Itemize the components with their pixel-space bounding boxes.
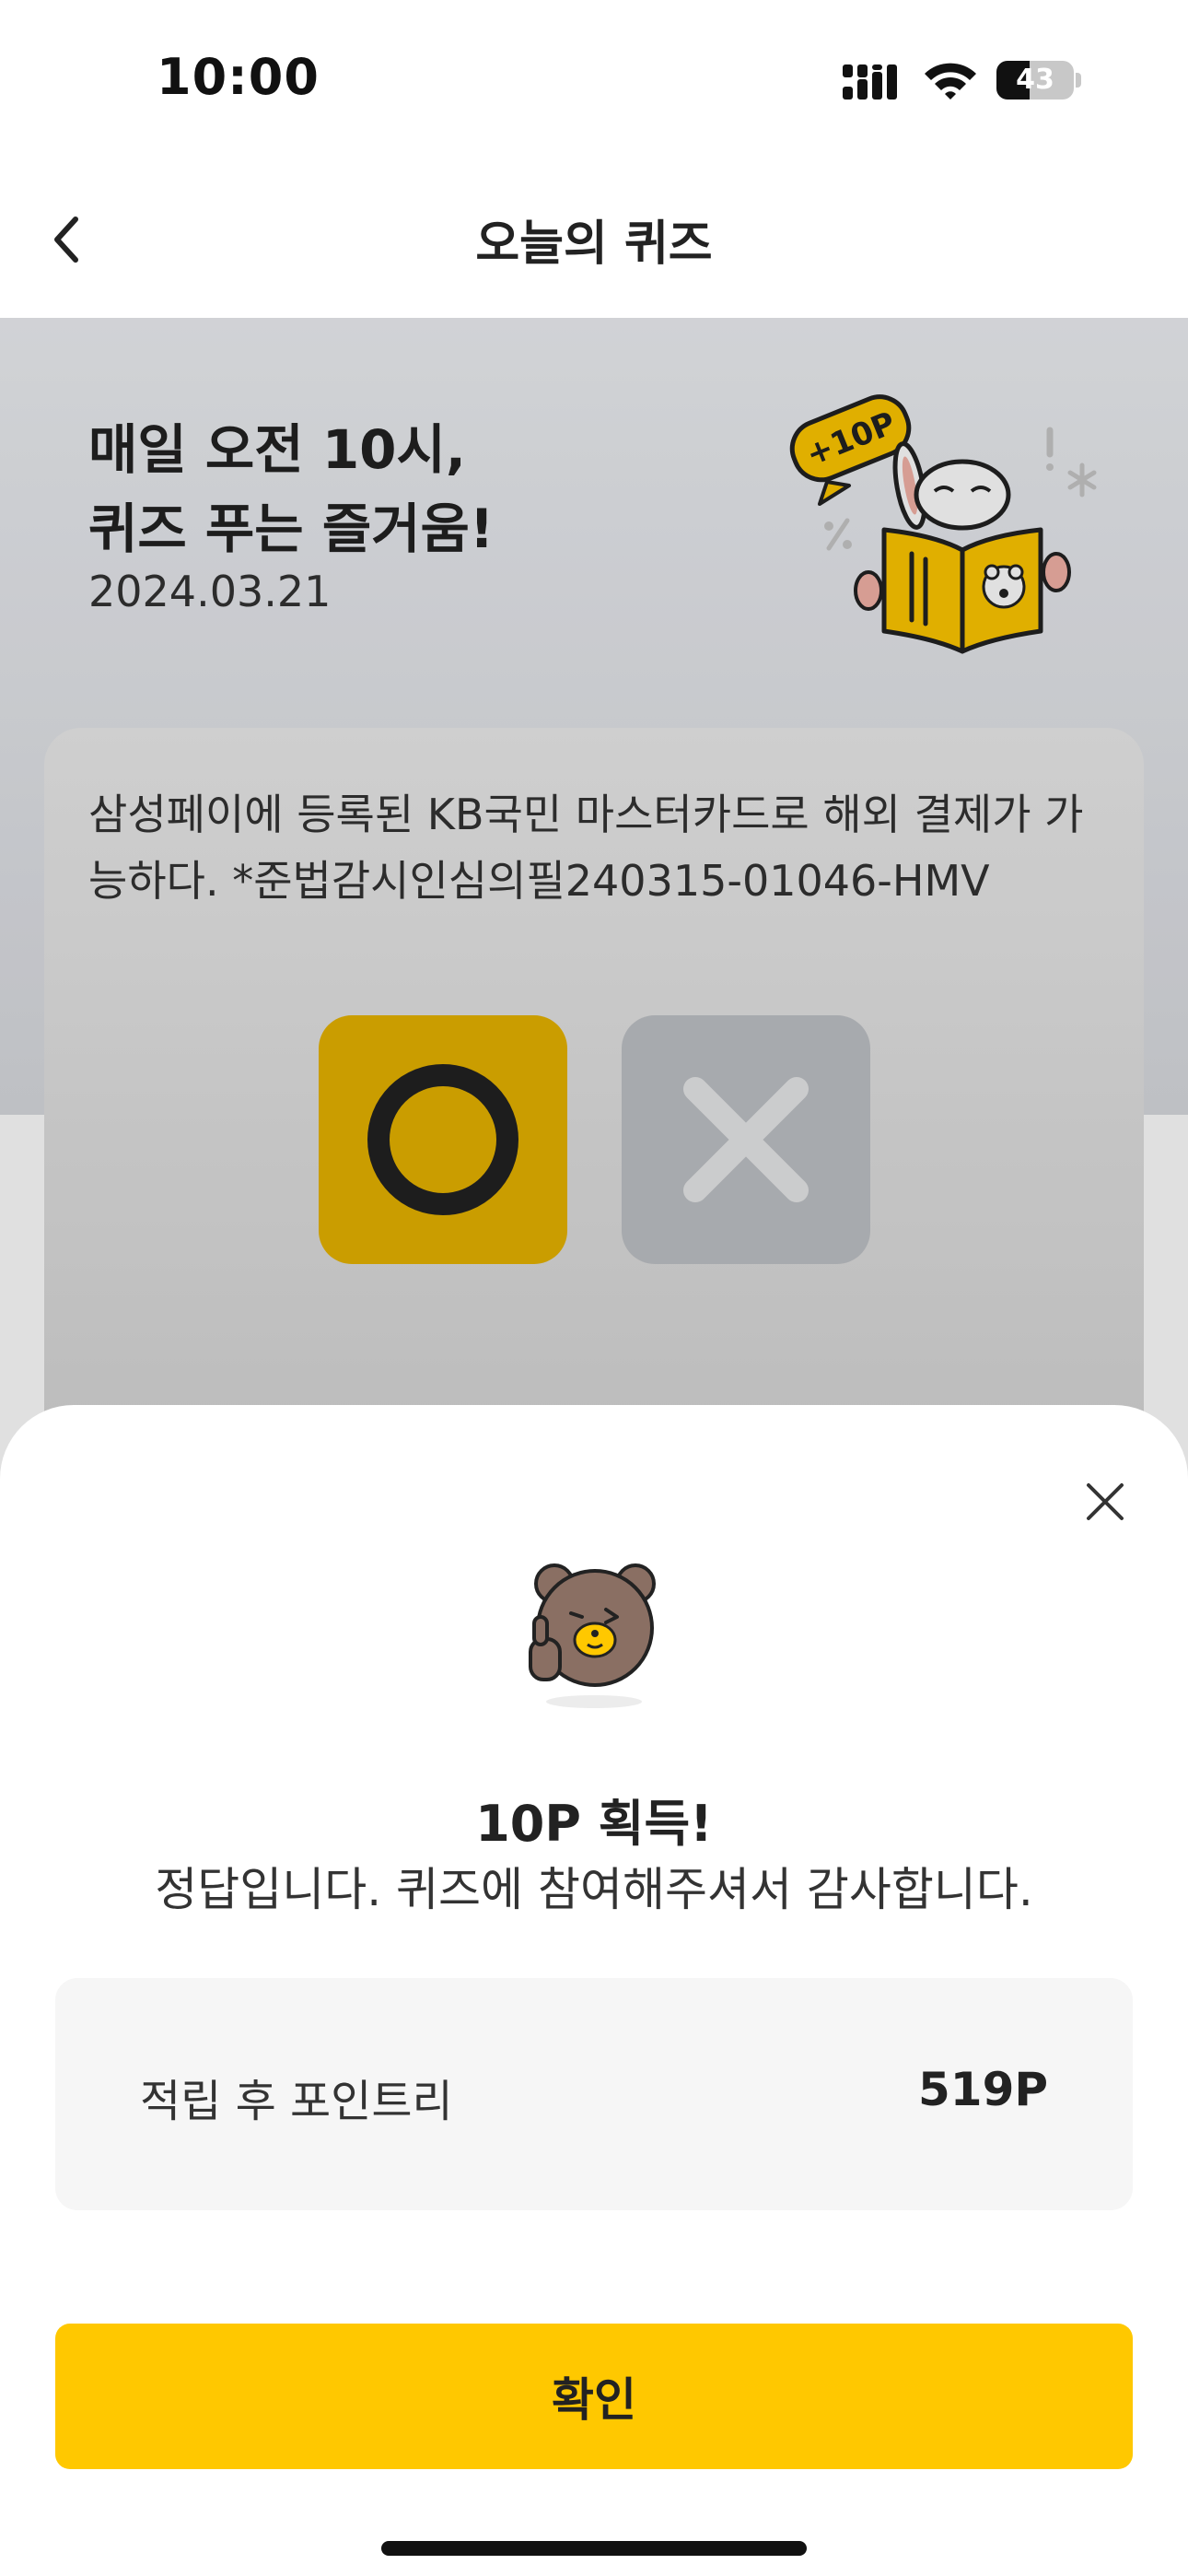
cellular-signal-icon: [843, 64, 897, 100]
battery-level: 43: [1016, 64, 1054, 96]
battery-icon: 43: [996, 61, 1083, 100]
wifi-icon: [925, 63, 976, 100]
close-icon[interactable]: [1077, 1474, 1133, 1529]
points-value: 519P: [917, 2063, 1048, 2116]
bear-thumbs-up-icon: [529, 1563, 656, 1708]
nav-bar: 오늘의 퀴즈: [0, 157, 1188, 318]
result-bottom-sheet: 10P 획득! 정답입니다. 퀴즈에 참여해주셔서 감사합니다. 적립 후 포인…: [0, 1405, 1188, 2576]
status-bar: 10:00 43: [0, 0, 1188, 157]
result-title: 10P 획득!: [475, 1795, 713, 1853]
status-time: 10:00: [157, 48, 320, 106]
page-title: 오늘의 퀴즈: [475, 217, 713, 272]
points-label: 적립 후 포인트리: [140, 2076, 453, 2127]
points-summary: 적립 후 포인트리 519P: [55, 1978, 1133, 2210]
result-message: 정답입니다. 퀴즈에 참여해주셔서 감사합니다.: [155, 1863, 1033, 1916]
confirm-button[interactable]: 확인: [55, 2324, 1133, 2469]
home-indicator: [381, 2541, 807, 2556]
